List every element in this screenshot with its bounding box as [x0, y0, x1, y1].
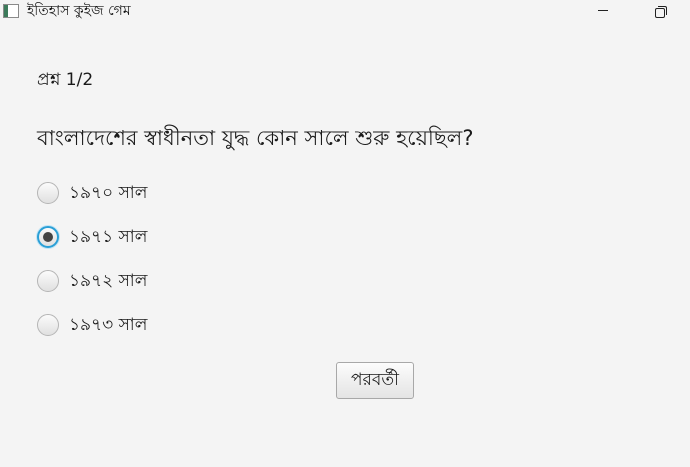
next-button[interactable]: পরবর্তী: [336, 362, 414, 399]
app-window-icon: [3, 4, 19, 18]
answer-label-1971: ১৯৭১ সাল: [69, 227, 148, 247]
window-title: ইতিহাস কুইজ গেম: [27, 3, 131, 19]
title-bar: ইতিহাস কুইজ গেম: [0, 0, 690, 24]
radio-button-1972[interactable]: [37, 270, 59, 292]
question-counter: প্রশ্ন 1/2: [37, 70, 94, 90]
radio-button-1970[interactable]: [37, 182, 59, 204]
answer-option-1972[interactable]: ১৯৭২ সাল: [37, 268, 147, 294]
answer-label-1973: ১৯৭৩ সাল: [69, 315, 148, 335]
restore-icon[interactable]: [643, 0, 683, 24]
question-text: বাংলাদেশের স্বাধীনতা যুদ্ধ কোন সালে শুরু…: [37, 126, 474, 150]
minimize-icon[interactable]: [583, 0, 623, 24]
answer-option-1973[interactable]: ১৯৭৩ সাল: [37, 312, 147, 338]
radio-button-1973[interactable]: [37, 314, 59, 336]
answer-option-1971[interactable]: ১৯৭১ সাল: [37, 224, 147, 250]
radio-button-1971[interactable]: [37, 226, 59, 248]
answer-label-1972: ১৯৭২ সাল: [69, 271, 148, 291]
answer-option-1970[interactable]: ১৯৭০ সাল: [37, 180, 147, 206]
answer-label-1970: ১৯৭০ সাল: [69, 183, 148, 203]
